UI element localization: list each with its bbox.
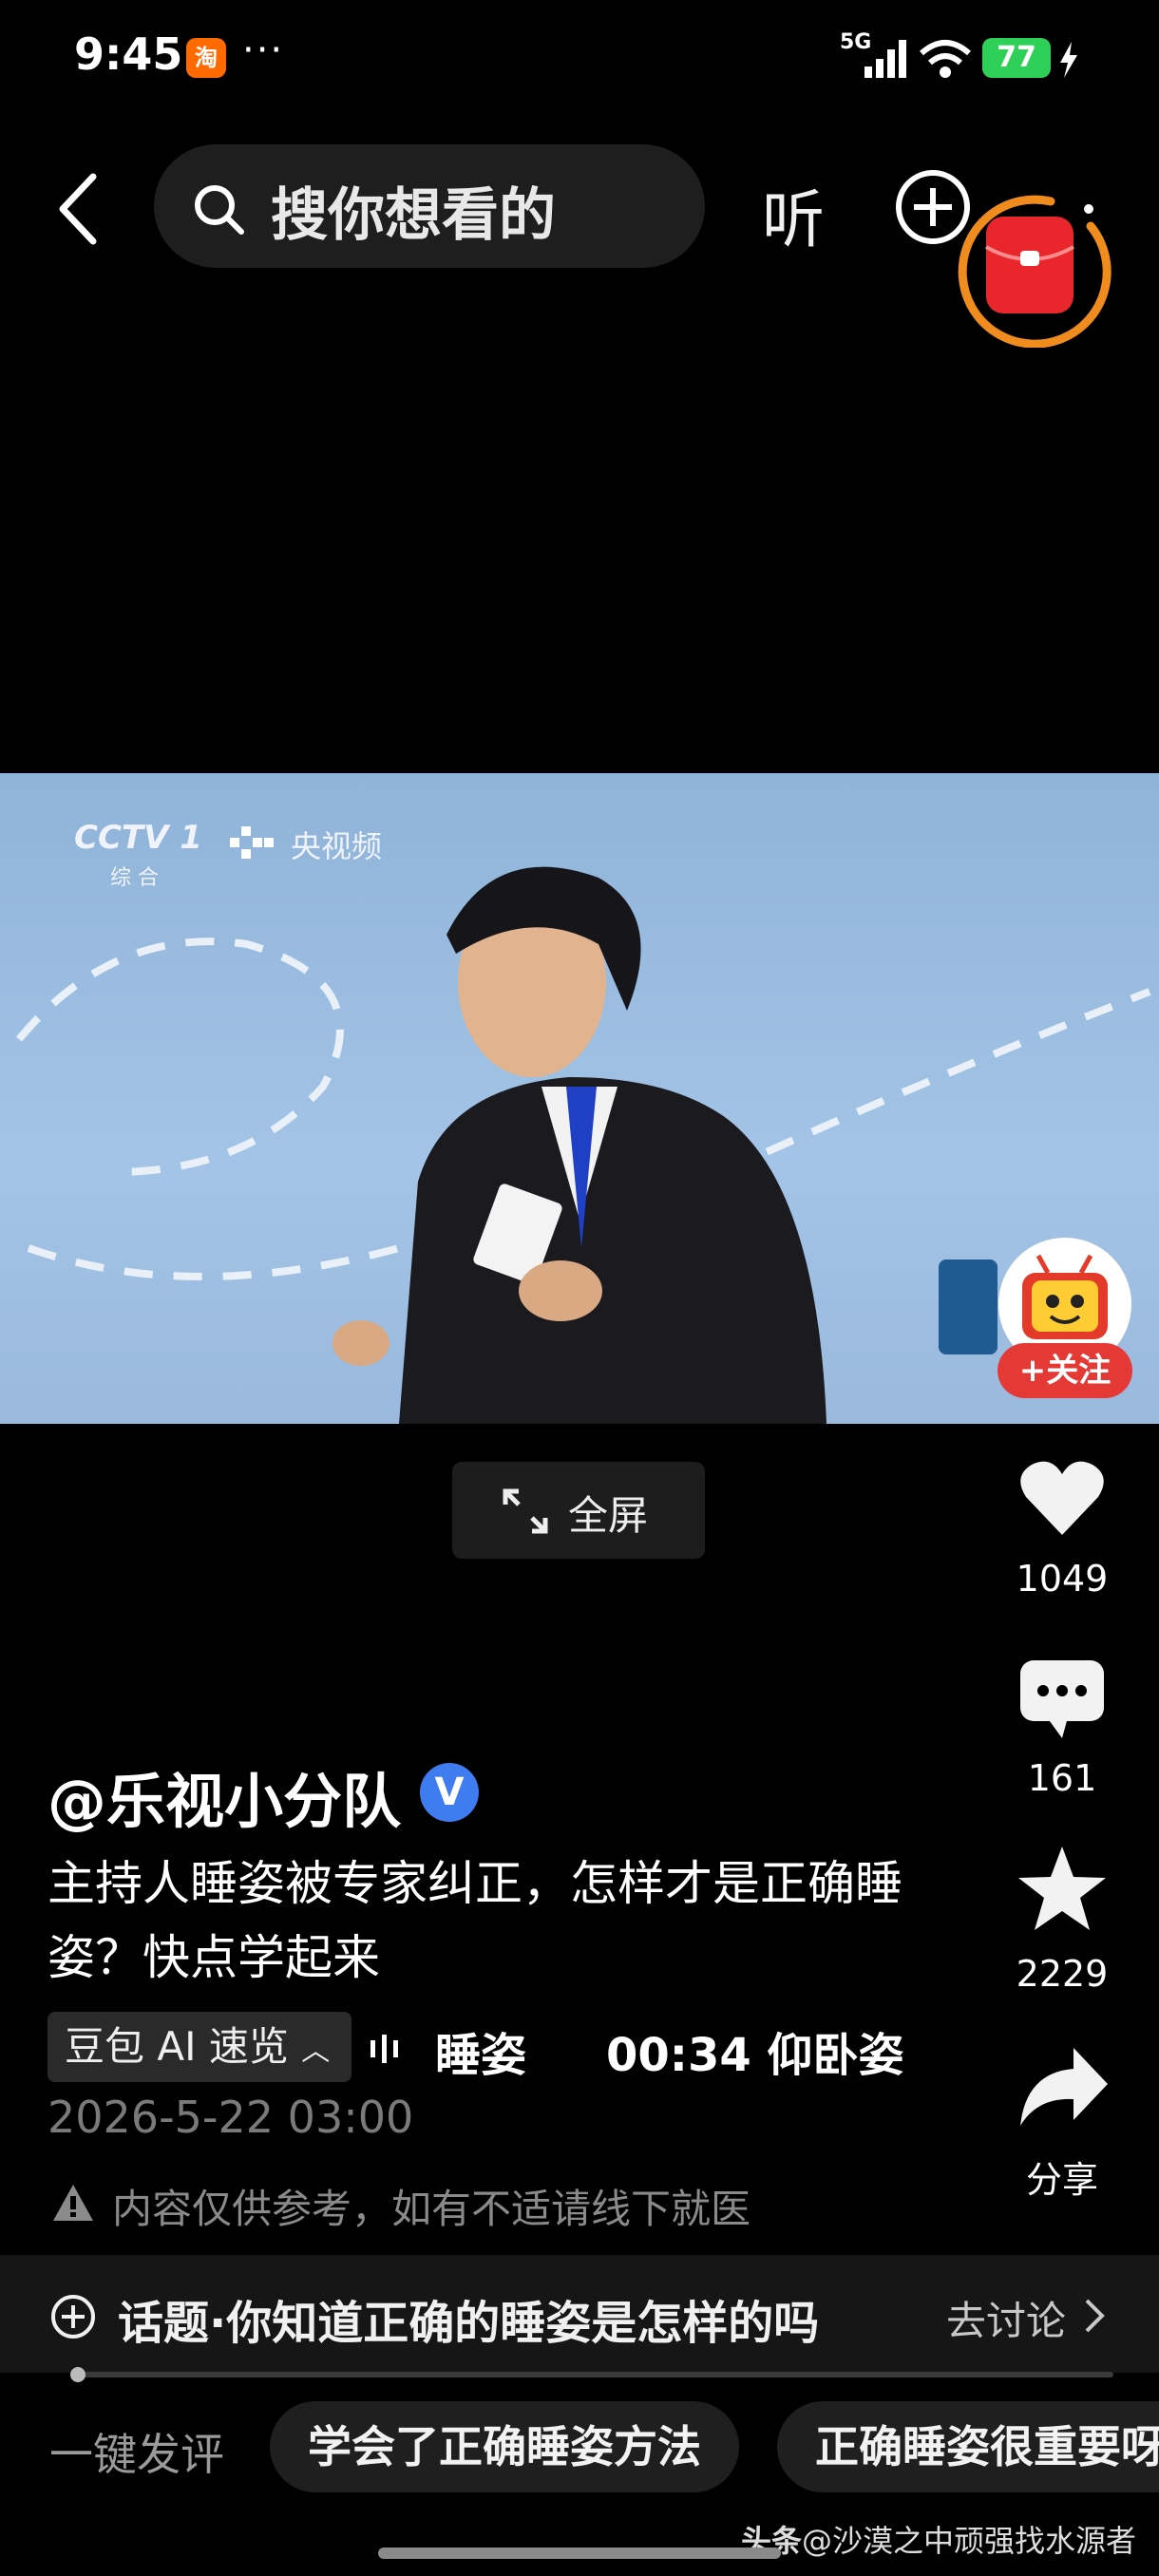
program-logo (939, 1260, 998, 1354)
ai-summary-button[interactable]: 豆包 AI 速览 ︿ (48, 2012, 352, 2082)
chevron-right-icon (1085, 2299, 1105, 2333)
status-time: 9:45 (74, 28, 183, 80)
like-icon[interactable] (1018, 1457, 1106, 1539)
fullscreen-icon (503, 1488, 548, 1534)
home-indicator[interactable] (378, 2548, 781, 2559)
warning-icon (53, 2185, 93, 2221)
disclaimer-text: 内容仅供参考，如有不适请线下就医 (112, 2186, 751, 2232)
comment-count: 161 (1027, 1757, 1097, 1799)
listen-button[interactable]: 听 (762, 169, 825, 260)
cctv-logo: CCTV 1 (74, 819, 202, 857)
share-icon[interactable] (1016, 2046, 1110, 2128)
quick-comment-label: 一键发评 (49, 2429, 224, 2480)
back-icon[interactable] (53, 171, 101, 247)
quick-comment-chip[interactable]: 学会了正确睡姿方法 (270, 2401, 739, 2492)
video-progress-knob[interactable] (70, 2367, 86, 2382)
chapter-item[interactable]: 00:34 仰卧姿 (606, 2017, 904, 2084)
follow-button[interactable]: +关注 (998, 1343, 1132, 1398)
source-watermark: 头条@沙漠之中顽强找水源者 (741, 2517, 1136, 2561)
yangshipin-label: 央视频 (291, 828, 383, 864)
post-date: 2026-5-22 03:00 (48, 2092, 414, 2143)
video-player[interactable]: CCTV 1 综 合 央视频 +关注 (0, 773, 1159, 1424)
ai-summary-label: 豆包 AI 速览 (65, 2023, 289, 2070)
signal-icon (864, 40, 906, 78)
search-placeholder: 搜你想看的 (271, 182, 556, 249)
topic-label: 话题·你知道正确的睡姿是怎样的吗 (118, 2297, 820, 2350)
quick-comment-chip[interactable]: 正确睡姿很重要呀 (777, 2401, 1159, 2492)
verified-badge: V (420, 1763, 479, 1822)
share-label[interactable]: 分享 (986, 2150, 1138, 2203)
chevron-up-icon: ︿ (301, 2035, 331, 2068)
post-description: 主持人睡姿被专家纠正，怎样才是正确睡姿？快点学起来 (48, 1856, 902, 1985)
comment-icon[interactable] (1018, 1658, 1106, 1740)
taobao-app-icon: 淘 (186, 38, 226, 78)
red-packet-timer-icon[interactable] (946, 180, 1113, 348)
wifi-icon (920, 40, 971, 78)
author-name[interactable]: @乐视小分队 (48, 1753, 401, 1839)
notification-more-icon: ··· (242, 28, 285, 72)
search-icon (195, 185, 244, 235)
favorite-count: 2229 (1016, 1953, 1109, 1995)
cctv-channel-sub: 综 合 (110, 866, 159, 890)
yangshipin-logo-icon (230, 826, 274, 859)
fullscreen-label: 全屏 (568, 1492, 649, 1539)
like-count: 1049 (1016, 1558, 1109, 1600)
chapter-item[interactable]: 睡姿 (435, 2017, 526, 2084)
battery-indicator: 77 (982, 38, 1051, 78)
favorite-star-icon[interactable] (1016, 1845, 1108, 1932)
audio-wave-icon (370, 2035, 398, 2063)
discuss-link[interactable]: 去讨论 (946, 2289, 1066, 2347)
charging-icon (1060, 42, 1077, 78)
video-progress-bar[interactable] (70, 2367, 1113, 2382)
watermark-handle: @沙漠之中顽强找水源者 (802, 2523, 1137, 2559)
topic-add-icon (51, 2295, 95, 2339)
